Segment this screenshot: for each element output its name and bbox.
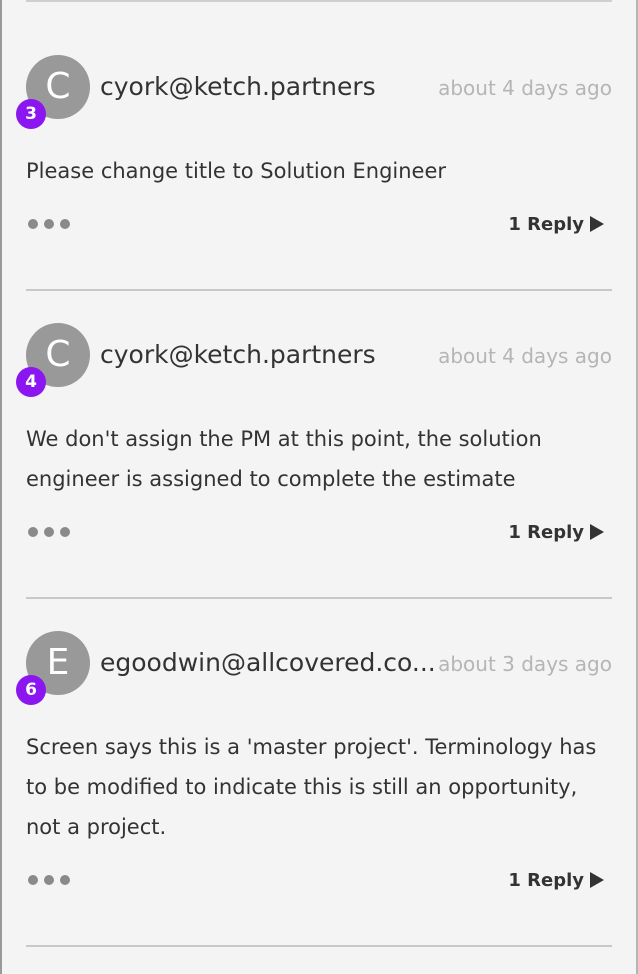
comment-card: E 6 egoodwin@allcovered.co... about 3 da… bbox=[16, 631, 612, 901]
triangle-right-icon bbox=[590, 216, 604, 232]
comment-timestamp: about 4 days ago bbox=[438, 76, 612, 100]
comment-text: Screen says this is a 'master project'. … bbox=[26, 735, 597, 839]
comment-divider bbox=[26, 289, 612, 291]
comment-card: C 4 cyork@ketch.partners about 4 days ag… bbox=[16, 323, 612, 553]
comment-divider bbox=[26, 597, 612, 599]
comment-author[interactable]: egoodwin@allcovered.co... bbox=[100, 647, 440, 679]
comment-footer: 1 Reply bbox=[26, 517, 612, 553]
reply-label: 1 Reply bbox=[508, 870, 584, 891]
comment-timestamp: about 4 days ago bbox=[438, 344, 612, 368]
comment-header: C 4 cyork@ketch.partners about 4 days ag… bbox=[16, 323, 612, 397]
reply-link[interactable]: 1 Reply bbox=[508, 517, 604, 549]
comment-number-badge: 6 bbox=[16, 675, 46, 705]
comment-author[interactable]: cyork@ketch.partners bbox=[100, 339, 440, 371]
reply-link[interactable]: 1 Reply bbox=[508, 209, 604, 241]
comment-header: E 6 egoodwin@allcovered.co... about 3 da… bbox=[16, 631, 612, 705]
comment-text: We don't assign the PM at this point, th… bbox=[26, 427, 542, 491]
comment-timestamp: about 3 days ago bbox=[438, 652, 612, 676]
comment-divider bbox=[26, 945, 612, 947]
panel-left-border bbox=[0, 0, 2, 974]
comment-card: C 3 cyork@ketch.partners about 4 days ag… bbox=[16, 55, 612, 245]
comment-footer: 1 Reply bbox=[26, 209, 612, 245]
comment-header: C 3 cyork@ketch.partners about 4 days ag… bbox=[16, 55, 612, 129]
more-dots-icon[interactable] bbox=[28, 219, 70, 229]
comment-text: Please change title to Solution Engineer bbox=[26, 159, 447, 183]
comment-number-badge: 4 bbox=[16, 367, 46, 397]
top-divider bbox=[26, 0, 612, 2]
triangle-right-icon bbox=[590, 872, 604, 888]
comment-author[interactable]: cyork@ketch.partners bbox=[100, 71, 440, 103]
reply-label: 1 Reply bbox=[508, 214, 584, 235]
more-dots-icon[interactable] bbox=[28, 875, 70, 885]
reply-label: 1 Reply bbox=[508, 522, 584, 543]
reply-link[interactable]: 1 Reply bbox=[508, 865, 604, 897]
more-dots-icon[interactable] bbox=[28, 527, 70, 537]
comment-number-badge: 3 bbox=[16, 99, 46, 129]
comment-footer: 1 Reply bbox=[26, 865, 612, 901]
triangle-right-icon bbox=[590, 524, 604, 540]
